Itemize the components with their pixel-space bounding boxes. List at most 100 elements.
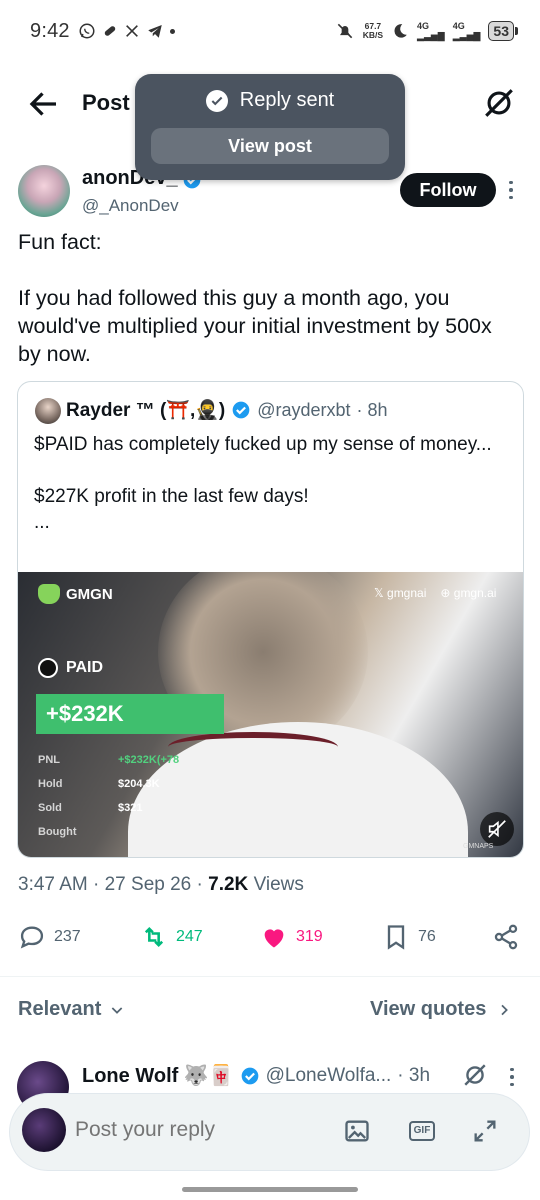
sort-label: Relevant: [18, 998, 102, 1020]
frog-logo-icon: [38, 584, 60, 604]
toast-message: Reply sent: [239, 89, 335, 111]
repost-button[interactable]: 247: [140, 923, 203, 951]
add-image-button[interactable]: [342, 1116, 372, 1146]
signal-1-label: 4G: [417, 21, 430, 31]
moon-icon: [394, 24, 407, 38]
reply-count: 237: [54, 928, 81, 945]
views-count[interactable]: 7.2K: [208, 874, 248, 895]
telegram-icon: [147, 25, 162, 38]
views-label: Views: [253, 874, 304, 895]
my-avatar: [22, 1108, 66, 1152]
stat-label: Bought: [38, 826, 77, 838]
stat-value: +$232K(+78: [118, 754, 180, 766]
gmgn-web-url: gmgn.ai: [453, 586, 497, 600]
reply-input[interactable]: [75, 1118, 315, 1142]
gmgn-links: 𝕏 gmgnai ⊕ gmgn.ai: [374, 586, 496, 600]
verified-badge-icon: [232, 401, 250, 419]
reply-sent-toast: Reply sent View post: [135, 74, 405, 180]
bookmark-icon: [387, 925, 405, 950]
notification-icons: [78, 22, 175, 40]
reply-time: · 3h: [397, 1064, 431, 1086]
mute-bell-icon: [337, 23, 352, 39]
more-options-icon[interactable]: [500, 176, 522, 204]
expand-icon: [474, 1120, 496, 1142]
quote-time: · 8h: [356, 399, 388, 420]
reply-composer: GIF: [10, 1094, 529, 1170]
back-button[interactable]: [26, 86, 62, 122]
reply-button[interactable]: 237: [18, 923, 81, 951]
quote-text: $PAID has completely fucked up my sense …: [34, 434, 492, 533]
bookmark-button[interactable]: 76: [382, 923, 436, 951]
view-quotes-link[interactable]: View quotes: [370, 998, 512, 1021]
follow-button[interactable]: Follow: [400, 173, 496, 207]
token-icon: [38, 658, 58, 678]
x-logo-icon: [125, 25, 138, 37]
repost-count: 247: [176, 928, 203, 945]
grok-icon[interactable]: [462, 1062, 488, 1088]
expand-composer-button[interactable]: [470, 1116, 500, 1146]
sort-dropdown[interactable]: Relevant: [18, 998, 125, 1021]
signal-2-label: 4G: [452, 21, 465, 31]
gif-icon: GIF: [408, 1121, 436, 1141]
video-watermark: GMNAPS: [463, 843, 494, 850]
view-quotes-label: View quotes: [370, 998, 487, 1020]
token-label: PAID: [38, 658, 103, 678]
like-button[interactable]: 319: [260, 923, 323, 951]
gmgn-brand: GMGN: [66, 585, 113, 603]
view-post-button[interactable]: View post: [151, 128, 389, 164]
gmgn-web-link: ⊕ gmgn.ai: [440, 586, 497, 600]
reply-more-options-icon[interactable]: [504, 1064, 520, 1090]
page-title: Post: [82, 90, 130, 115]
reply-author-handle[interactable]: @LoneWolfa...: [266, 1065, 392, 1087]
quote-avatar[interactable]: [35, 398, 61, 424]
home-indicator[interactable]: [182, 1187, 358, 1192]
mute-toggle-button[interactable]: [480, 812, 514, 846]
gmgn-x-link: 𝕏 gmgnai: [374, 586, 427, 600]
stat-label: Hold: [38, 778, 63, 790]
reply-author-name[interactable]: Lone Wolf 🐺🀄: [82, 1063, 234, 1088]
image-icon: [345, 1120, 369, 1142]
stat-label: PNL: [38, 754, 60, 766]
quote-author-name[interactable]: Rayder ™ (⛩️,🥷): [66, 398, 225, 422]
reply-header: Lone Wolf 🐺🀄 @LoneWolfa... · 3h: [82, 1063, 430, 1088]
reply-icon: [20, 926, 44, 949]
action-bar: 237 247 319 76: [0, 915, 540, 963]
post-date: 27 Sep 26: [104, 874, 192, 895]
divider: [0, 976, 540, 977]
video-collar-shape: [168, 732, 338, 762]
quoted-post[interactable]: Rayder ™ (⛩️,🥷) @rayderxbt · 8h $PAID ha…: [17, 381, 524, 858]
like-count: 319: [296, 928, 323, 945]
grok-button[interactable]: [482, 86, 518, 122]
chevron-down-icon: [112, 1006, 123, 1014]
speaker-muted-icon: [488, 820, 506, 838]
heart-icon: [264, 929, 284, 948]
share-button[interactable]: [492, 923, 520, 951]
signal-2: 4G ▂▃▅▇: [452, 21, 481, 41]
battery-level: 53: [493, 23, 509, 39]
gmgn-logo: GMGN: [38, 584, 113, 604]
author-avatar[interactable]: [18, 165, 70, 217]
clock: 9:42: [30, 19, 70, 42]
bookmark-count: 76: [418, 928, 436, 945]
post-text: Fun fact: If you had followed this guy a…: [18, 230, 492, 366]
stat-value: $321: [118, 802, 143, 814]
stat-value: $204.3K: [118, 778, 160, 790]
share-icon: [494, 924, 518, 950]
dot-icon: [169, 28, 175, 34]
gmgn-x-handle: gmgnai: [387, 586, 427, 600]
chevron-right-icon: [501, 1004, 509, 1015]
check-circle-icon: [205, 89, 228, 112]
stat-label: Sold: [38, 802, 62, 814]
pnl-highlight: +$232K: [36, 694, 224, 734]
gif-button[interactable]: GIF: [407, 1116, 437, 1146]
back-arrow-icon: [29, 92, 56, 116]
quote-author-handle[interactable]: @rayderxbt: [257, 400, 350, 421]
author-handle[interactable]: @_AnonDev: [82, 196, 179, 216]
quote-video[interactable]: GMGN 𝕏 gmgnai ⊕ gmgn.ai PAID +$232K PNL …: [18, 572, 523, 857]
post-time: 3:47 AM: [18, 874, 88, 895]
verified-badge-icon: [241, 1067, 258, 1084]
grok-icon: [485, 89, 513, 117]
signal-1: 4G ▂▃▅▇: [417, 21, 445, 41]
quote-header: Rayder ™ (⛩️,🥷) @rayderxbt · 8h: [66, 398, 388, 422]
token-name: PAID: [66, 659, 104, 676]
